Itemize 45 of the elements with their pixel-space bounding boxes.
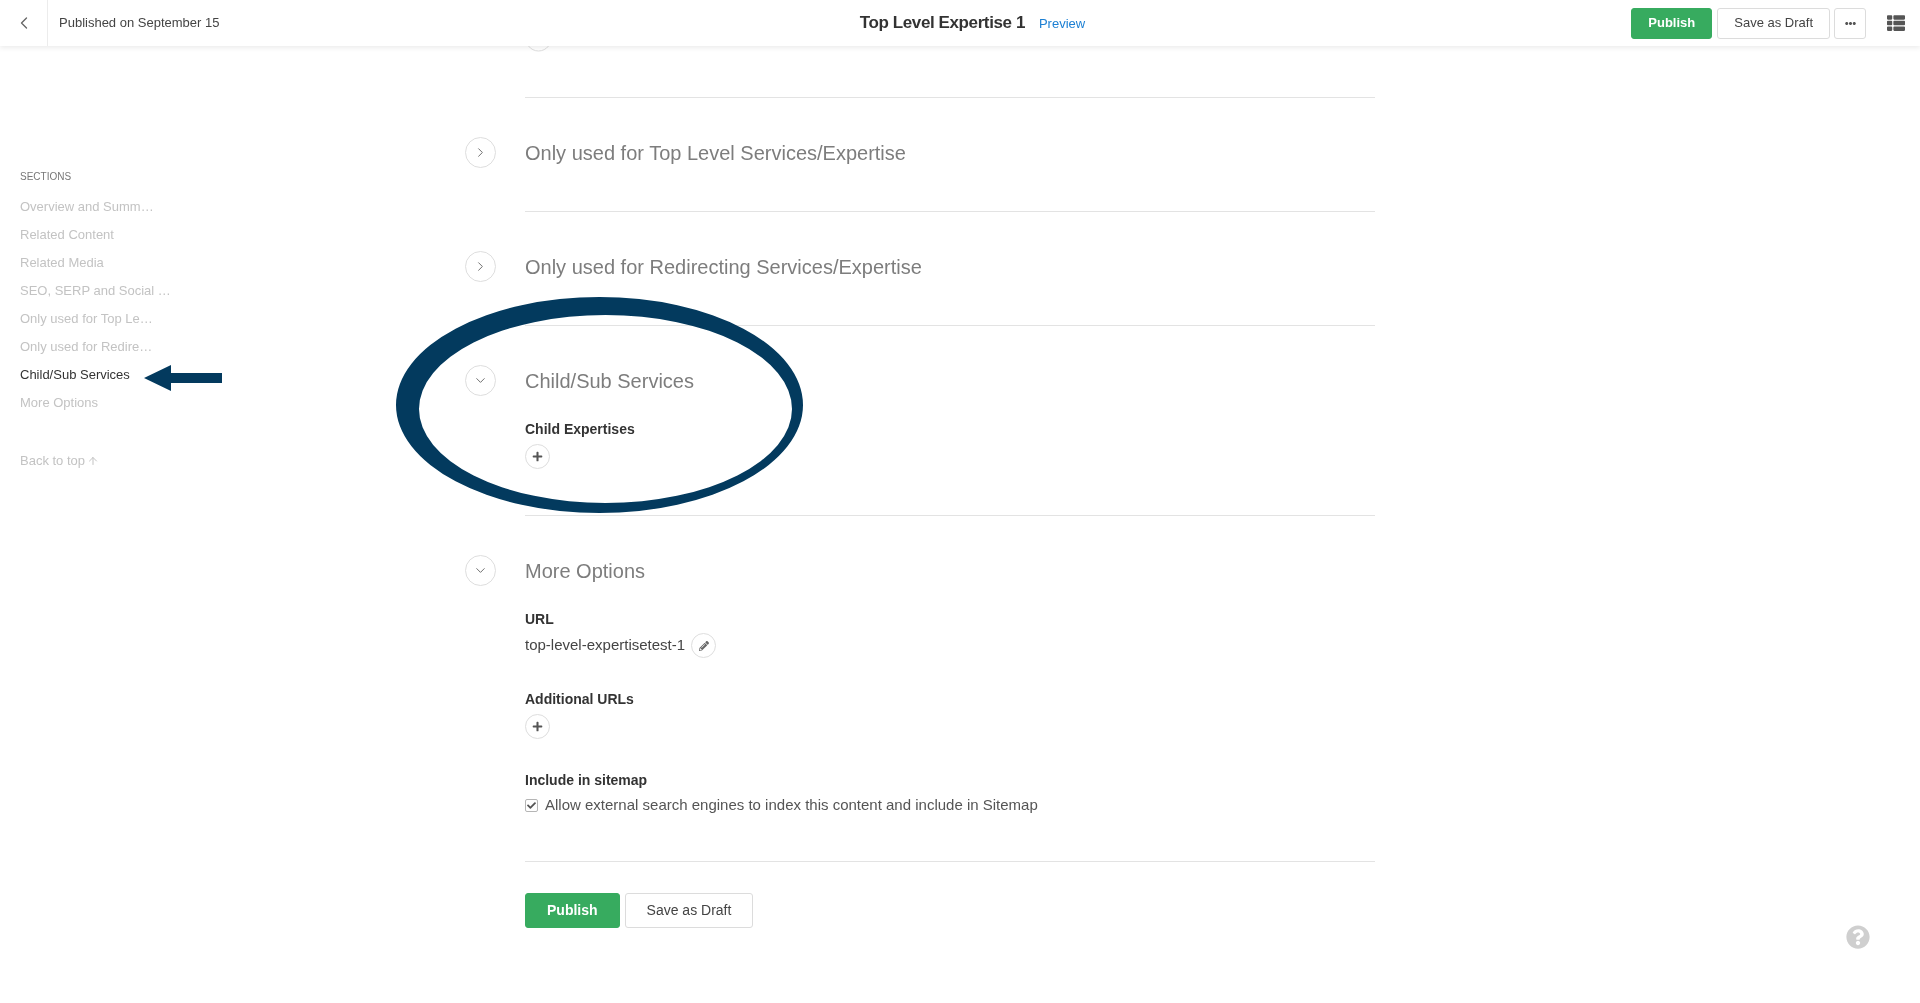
section-title: Child/Sub Services — [525, 369, 695, 394]
arrow-up-icon — [87, 455, 100, 467]
page-title: Top Level Expertise 1 — [859, 12, 1025, 35]
section-toggle[interactable] — [465, 137, 496, 168]
field-label: Child Expertises — [525, 420, 636, 439]
arrow-icon — [144, 365, 222, 391]
sidebar-heading: SECTIONS — [20, 170, 72, 184]
publish-button[interactable]: Publish — [1631, 7, 1713, 39]
field-label: URL — [525, 610, 555, 629]
publish-button[interactable]: Publish — [525, 893, 620, 928]
sidebar-link[interactable]: Only used for Top Le… — [20, 311, 153, 327]
sidebar-link[interactable]: Only used for Redire… — [20, 339, 153, 355]
section-title: Only used for Top Level Services/Expertise — [525, 141, 907, 166]
add-button[interactable] — [525, 714, 550, 739]
preview-link[interactable]: Preview — [1038, 14, 1086, 34]
save-draft-button[interactable]: Save as Draft — [624, 893, 754, 928]
plus-icon — [532, 721, 543, 732]
section-toggle[interactable] — [465, 251, 496, 282]
section-toggle[interactable] — [465, 365, 496, 396]
field-label: Additional URLs — [525, 690, 635, 709]
save-draft-button[interactable]: Save as Draft — [1717, 7, 1830, 39]
pencil-icon — [698, 640, 709, 651]
help-icon[interactable] — [1846, 925, 1870, 949]
list-view-icon[interactable] — [1887, 14, 1905, 32]
section-toggle[interactable] — [465, 555, 496, 586]
url-value: top-level-expertisetest-1 — [525, 635, 686, 656]
sidebar-link[interactable]: More Options — [20, 395, 99, 411]
sidebar-link[interactable]: Related Content — [20, 227, 114, 243]
circle-edge-icon — [528, 46, 549, 52]
back-to-top-link[interactable]: Back to top — [20, 451, 100, 471]
checkbox[interactable] — [525, 798, 538, 812]
edit-button[interactable] — [691, 633, 717, 658]
sidebar-link[interactable]: Overview and Summ… — [20, 199, 154, 215]
sidebar-link[interactable]: Related Media — [20, 255, 104, 271]
sidebar-link[interactable]: SEO, SERP and Social … — [20, 283, 171, 299]
publish-status: Published on September 15 — [59, 14, 220, 33]
section-title: More Options — [525, 559, 647, 584]
add-button[interactable] — [525, 444, 550, 469]
check-icon — [527, 800, 536, 810]
plus-icon — [532, 451, 543, 462]
field-label: Include in sitemap — [525, 771, 649, 790]
sidebar-link[interactable]: Child/Sub Services — [20, 367, 130, 383]
section-title: Only used for Redirecting Services/Expertise — [525, 255, 923, 280]
checkbox-label: Allow external search engines to index this content and include in Sitemap — [545, 794, 1038, 815]
more-button[interactable] — [1834, 7, 1866, 39]
